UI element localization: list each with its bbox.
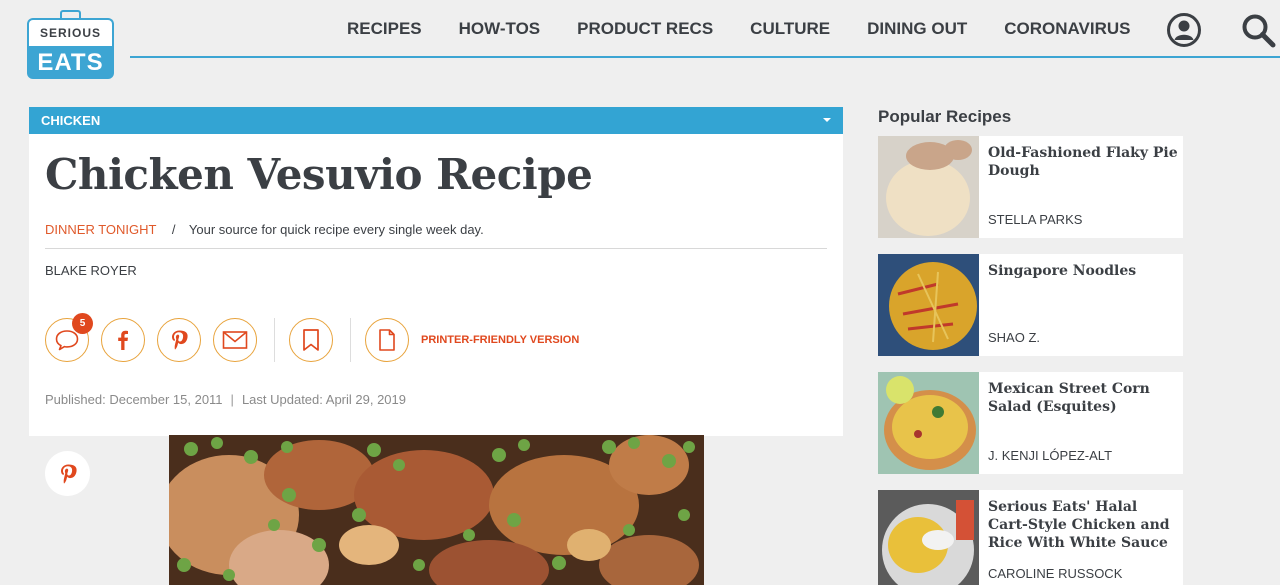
recipe-thumbnail — [878, 490, 979, 585]
popular-recipe-card[interactable]: Mexican Street Corn Salad (Esquites) J. … — [878, 372, 1183, 474]
share-toolbar: 5 PRINTER-FRIENDLY VERSION — [45, 313, 825, 362]
recipe-thumbnail — [878, 136, 979, 238]
logo-text-serious: SERIOUS — [27, 18, 114, 46]
published-date: Published: December 15, 2011 — [45, 392, 223, 407]
document-icon — [379, 329, 395, 351]
popular-recipe-card[interactable]: Serious Eats' Halal Cart-Style Chicken a… — [878, 490, 1183, 585]
recipe-author: CAROLINE RUSSOCK — [988, 566, 1123, 581]
recipe-title: Old-Fashioned Flaky Pie Dough — [988, 145, 1178, 179]
series-link[interactable]: DINNER TONIGHT — [45, 222, 156, 237]
toolbar-divider — [274, 318, 275, 362]
article-header-card: Chicken Vesuvio Recipe DINNER TONIGHT / … — [29, 134, 843, 436]
nav-product-recs[interactable]: PRODUCT RECS — [577, 18, 713, 40]
save-bookmark-button[interactable] — [289, 318, 333, 362]
category-label: CHICKEN — [41, 113, 101, 128]
recipe-thumbnail — [878, 372, 979, 474]
comments-button[interactable]: 5 — [45, 313, 93, 362]
recipe-title: Mexican Street Corn Salad (Esquites) — [988, 381, 1150, 415]
bookmark-icon — [303, 329, 319, 351]
popular-recipe-card[interactable]: Singapore Noodles SHAO Z. — [878, 254, 1183, 356]
popular-recipes-heading: Popular Recipes — [878, 107, 1012, 126]
series-description: Your source for quick recipe every singl… — [188, 222, 484, 237]
comment-count-badge: 5 — [72, 313, 93, 334]
pinterest-icon — [172, 330, 188, 350]
hero-recipe-photo — [169, 435, 704, 585]
printer-friendly-link[interactable]: PRINTER-FRIENDLY VERSION — [421, 334, 579, 346]
nav-culture[interactable]: CULTURE — [750, 18, 830, 40]
pin-image-button[interactable] — [45, 451, 90, 496]
nav-dining-out[interactable]: DINING OUT — [867, 18, 967, 40]
date-separator: | — [230, 392, 234, 407]
chicken-dish-image — [169, 435, 704, 585]
header-rule — [130, 56, 1280, 58]
share-email-button[interactable] — [213, 318, 257, 362]
share-pinterest-button[interactable] — [157, 318, 201, 362]
logo-text-eats: EATS — [27, 46, 114, 79]
nav-recipes[interactable]: RECIPES — [347, 18, 422, 40]
recipe-title: Serious Eats' Halal Cart-Style Chicken a… — [988, 499, 1170, 551]
main-nav: RECIPES HOW-TOS PRODUCT RECS CULTURE DIN… — [347, 18, 1167, 40]
site-logo[interactable]: SERIOUS EATS — [27, 10, 114, 79]
breadcrumb-separator: / — [171, 222, 176, 237]
share-facebook-button[interactable] — [101, 318, 145, 362]
page-title: Chicken Vesuvio Recipe — [45, 150, 593, 199]
recipe-title: Singapore Noodles — [988, 263, 1137, 279]
recipe-author: STELLA PARKS — [988, 212, 1083, 227]
site-header: SERIOUS EATS RECIPES HOW-TOS PRODUCT REC… — [0, 0, 1280, 79]
category-dropdown[interactable]: CHICKEN — [29, 107, 843, 134]
header-divider — [45, 248, 827, 249]
recipe-author: J. KENJI LÓPEZ-ALT — [988, 448, 1113, 463]
search-icon[interactable] — [1240, 12, 1276, 48]
series-breadcrumb: DINNER TONIGHT / Your source for quick r… — [45, 222, 484, 237]
nav-coronavirus[interactable]: CORONAVIRUS — [1004, 18, 1130, 40]
nav-how-tos[interactable]: HOW-TOS — [459, 18, 541, 40]
chevron-down-icon — [823, 118, 831, 122]
popular-recipe-card[interactable]: Old-Fashioned Flaky Pie Dough STELLA PAR… — [878, 136, 1183, 238]
printer-friendly-button[interactable] — [365, 318, 409, 362]
updated-date: Last Updated: April 29, 2019 — [241, 392, 406, 407]
email-icon — [222, 331, 248, 349]
recipe-thumbnail — [878, 254, 979, 356]
recipe-author: SHAO Z. — [988, 330, 1041, 345]
toolbar-divider — [350, 318, 351, 362]
facebook-icon — [118, 330, 128, 350]
author-link[interactable]: BLAKE ROYER — [45, 263, 137, 278]
user-account-icon[interactable] — [1166, 12, 1202, 48]
pinterest-icon — [60, 464, 77, 483]
publish-dates: Published: December 15, 2011 | Last Update… — [45, 392, 406, 407]
